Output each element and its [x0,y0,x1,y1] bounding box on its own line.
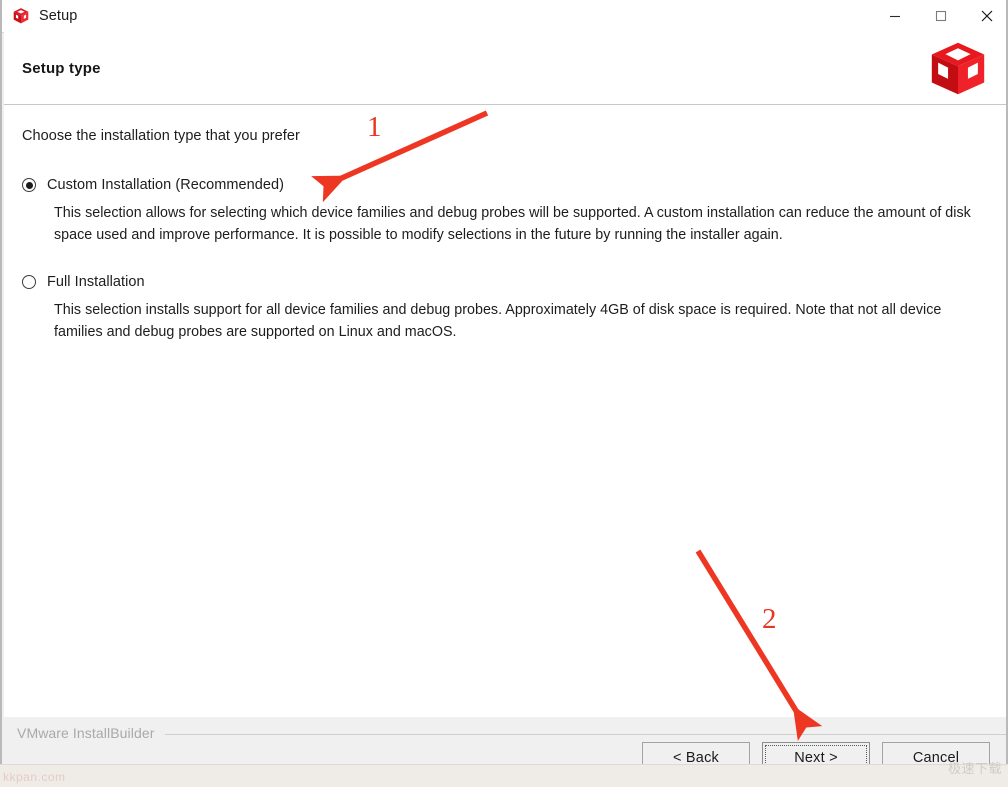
maximize-icon[interactable] [918,0,964,32]
radio-row-full[interactable]: Full Installation [22,272,982,292]
radio-row-custom[interactable]: Custom Installation (Recommended) [22,175,982,195]
red-cube-icon [12,7,30,25]
installbuilder-branding: VMware InstallBuilder [17,725,155,741]
window-controls [872,0,1006,32]
red-cube-logo [929,41,987,97]
setup-window: Setup Setup type Choose the installation… [0,0,1008,786]
window-title: Setup [39,7,78,24]
option-full-installation[interactable]: Full Installation This selection install… [22,272,982,343]
radio-custom-installation[interactable] [22,178,36,192]
branding-row: VMware InstallBuilder [4,722,1006,744]
minimize-icon[interactable] [872,0,918,32]
horizontal-divider [164,733,1006,735]
title-bar: Setup [2,0,1006,33]
page-title: Setup type [22,60,101,77]
watermark-left: kkpan.com [3,770,66,784]
option-description-full: This selection installs support for all … [54,302,942,340]
option-description-custom: This selection allows for selecting whic… [54,205,971,243]
watermark-right: 极速下载 [947,761,1002,776]
option-label-full: Full Installation [47,274,145,290]
option-label-custom: Custom Installation (Recommended) [47,177,284,193]
instruction-text: Choose the installation type that you pr… [22,128,300,144]
close-icon[interactable] [964,0,1006,32]
header-band: Setup type [4,32,1006,105]
radio-full-installation[interactable] [22,275,36,289]
option-custom-installation[interactable]: Custom Installation (Recommended) This s… [22,175,982,246]
desktop-bottom-strip [0,764,1008,787]
content-area: Choose the installation type that you pr… [4,105,1006,717]
